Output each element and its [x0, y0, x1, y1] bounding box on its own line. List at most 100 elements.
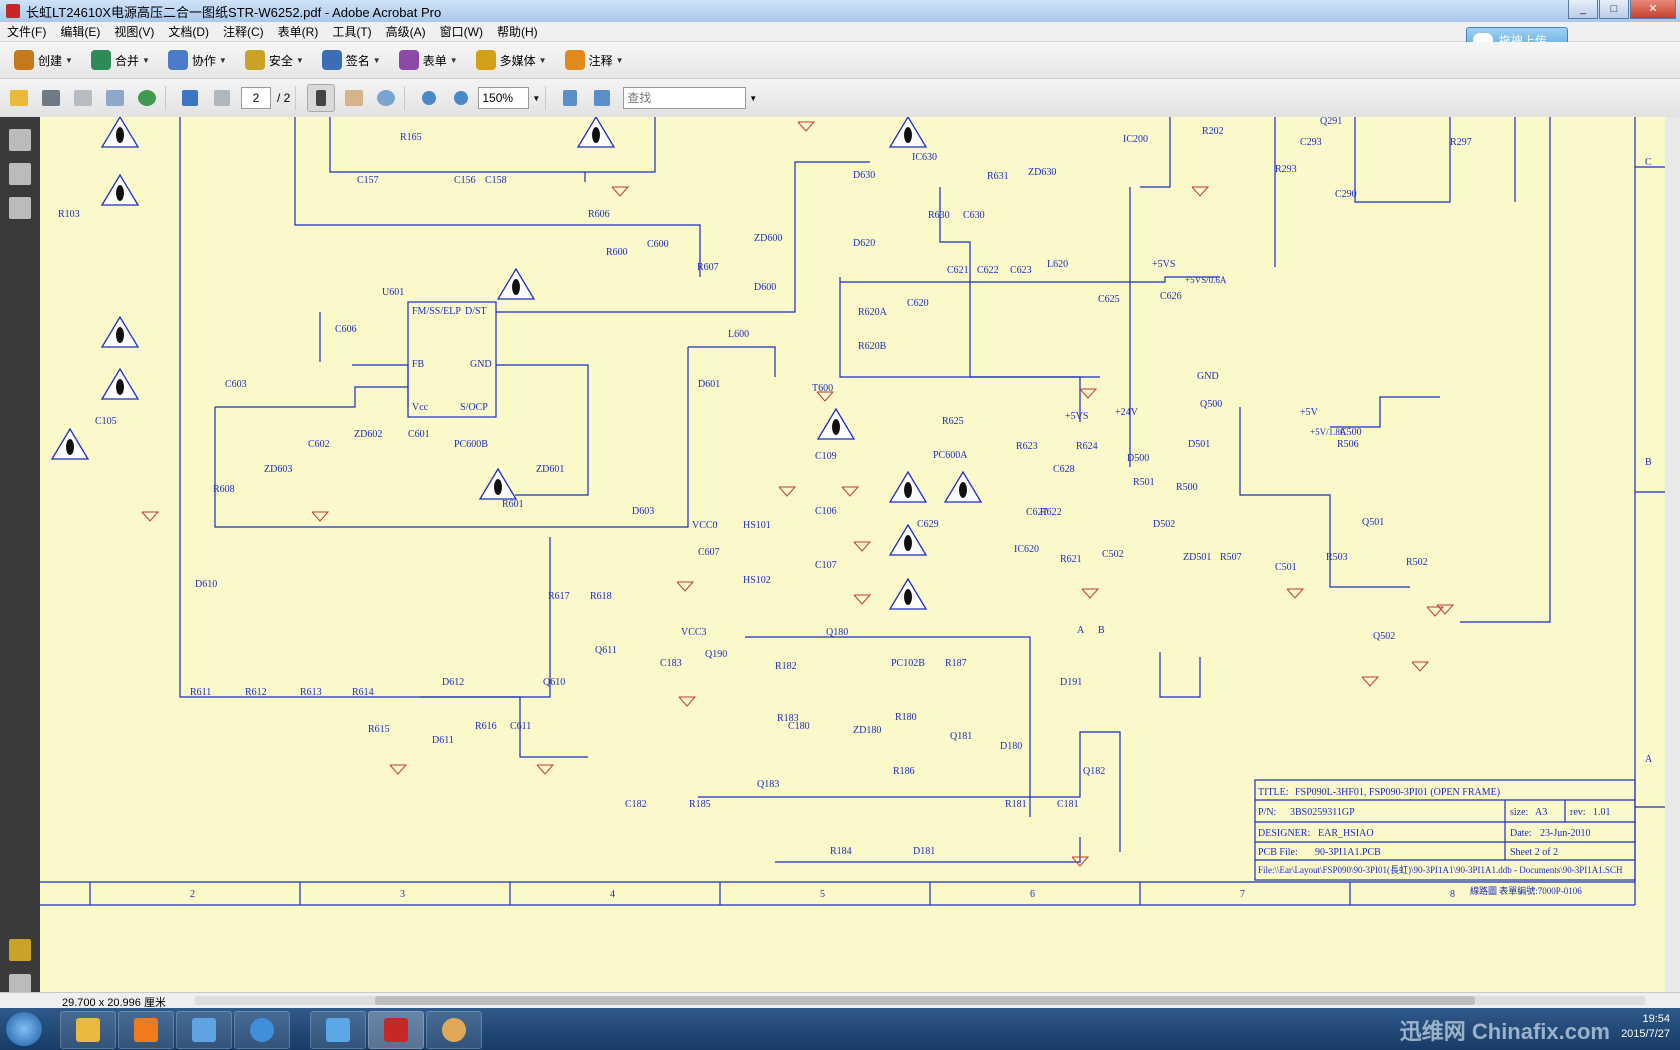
bookmarks-icon[interactable]	[9, 163, 31, 185]
combine-button[interactable]: 合并 ▼	[87, 46, 154, 74]
menu-forms[interactable]: 表单(R)	[271, 23, 326, 40]
component-label: C502	[1102, 549, 1124, 560]
page-number-input[interactable]: 2	[241, 87, 271, 109]
component-label: ZD603	[264, 464, 292, 475]
comments-icon[interactable]	[9, 939, 31, 961]
title-block-pcb-label: PCB File:	[1258, 847, 1298, 858]
zone-label: A	[1645, 754, 1653, 765]
component-label: R184	[830, 846, 852, 857]
previous-page-button[interactable]	[177, 85, 203, 111]
zoom-out-button[interactable]	[416, 85, 442, 111]
multimedia-button[interactable]: 多媒体 ▼	[472, 46, 551, 74]
zoom-level-select[interactable]: 150%	[478, 87, 530, 109]
taskbar-ie[interactable]	[234, 1011, 290, 1049]
taskbar-media[interactable]	[118, 1011, 174, 1049]
share-button[interactable]	[134, 85, 160, 111]
secure-button[interactable]: 安全 ▼	[241, 46, 308, 74]
window-controls: _ □ ✕	[1567, 0, 1676, 19]
scroll-thumb[interactable]	[375, 996, 1475, 1005]
maximize-button[interactable]: □	[1599, 0, 1629, 19]
ground-symbol	[1436, 604, 1455, 615]
component-label: IC200	[1123, 134, 1148, 145]
minus-circle-icon	[422, 91, 437, 105]
component-label: R507	[1220, 552, 1242, 563]
ground-symbol	[853, 541, 872, 552]
taskbar-paint[interactable]	[426, 1011, 482, 1049]
component-label: PC600B	[454, 439, 488, 450]
chevron-down-icon: ▼	[615, 55, 624, 65]
component-label: C625	[1098, 294, 1120, 305]
arrow-down-icon	[214, 90, 230, 106]
taskbar-cloud[interactable]	[310, 1011, 366, 1049]
menu-advanced[interactable]: 高级(A)	[379, 23, 433, 40]
component-label: ZD501	[1183, 552, 1211, 563]
chevron-down-icon[interactable]: ▼	[532, 94, 540, 103]
warning-mark	[66, 439, 74, 455]
find-input[interactable]: 查找	[623, 87, 747, 109]
component-label: R620B	[858, 341, 887, 352]
title-block-rev-label: rev:	[1570, 807, 1586, 818]
ground-symbol	[678, 696, 697, 707]
title-block-form: 線路圖 表單編號:7000P-0106	[1470, 885, 1582, 896]
component-label: D180	[1000, 741, 1022, 752]
signatures-icon[interactable]	[9, 197, 31, 219]
component-label: +5VS/0.6A	[1185, 275, 1227, 285]
hand-tool-button[interactable]	[341, 85, 367, 111]
comment-button[interactable]: 注释 ▼	[561, 46, 628, 74]
zoom-tool-button[interactable]	[373, 85, 399, 111]
menu-document[interactable]: 文档(D)	[161, 23, 216, 40]
menu-window[interactable]: 窗口(W)	[433, 23, 490, 40]
taskbar-explorer[interactable]	[60, 1011, 116, 1049]
menu-help[interactable]: 帮助(H)	[490, 23, 545, 40]
component-label: R600	[606, 247, 628, 258]
open-button[interactable]	[6, 85, 32, 111]
component-label: R622	[1040, 507, 1062, 518]
forms-button[interactable]: 表单 ▼	[395, 46, 462, 74]
component-label: D603	[632, 506, 654, 517]
next-page-button[interactable]	[209, 85, 235, 111]
start-button[interactable]	[6, 1012, 42, 1046]
title-block-title-label: TITLE:	[1258, 787, 1289, 798]
component-label: R630	[928, 210, 950, 221]
system-clock[interactable]: 19:54 2015/7/27	[1621, 1012, 1670, 1042]
scroll-mode-button[interactable]	[557, 85, 583, 111]
component-label: R631	[987, 171, 1009, 182]
taskbar-app[interactable]	[176, 1011, 232, 1049]
create-button[interactable]: 创建 ▼	[10, 46, 77, 74]
component-label: Q190	[705, 649, 727, 660]
ground-symbol	[778, 486, 797, 497]
minimize-button[interactable]: _	[1568, 0, 1598, 19]
component-label: R500	[1176, 482, 1198, 493]
horizontal-scrollbar[interactable]	[195, 996, 1645, 1005]
sign-button[interactable]: 签名 ▼	[318, 46, 385, 74]
fit-page-button[interactable]	[589, 85, 615, 111]
close-button[interactable]: ✕	[1630, 0, 1676, 19]
taskbar-acrobat[interactable]	[368, 1011, 424, 1049]
pages-icon[interactable]	[9, 129, 31, 151]
menu-bar: 文件(F) 编辑(E) 视图(V) 文档(D) 注释(C) 表单(R) 工具(T…	[0, 22, 1680, 42]
component-label: L620	[1047, 259, 1068, 270]
save-button[interactable]	[70, 85, 96, 111]
clock-date: 2015/7/27	[1621, 1028, 1670, 1040]
component-label: C623	[1010, 265, 1032, 276]
component-label: C181	[1057, 799, 1079, 810]
menu-comments[interactable]: 注释(C)	[216, 23, 271, 40]
menu-edit[interactable]: 编辑(E)	[53, 23, 107, 40]
component-label: HS102	[743, 575, 771, 586]
component-label: L600	[728, 329, 749, 340]
select-tool-button[interactable]	[307, 84, 336, 112]
collaborate-button[interactable]: 协作 ▼	[164, 46, 231, 74]
email-button[interactable]	[102, 85, 128, 111]
menu-view[interactable]: 视图(V)	[107, 23, 161, 40]
menu-tools[interactable]: 工具(T)	[325, 23, 378, 40]
plus-circle-icon	[454, 91, 469, 105]
component-label: R613	[300, 687, 322, 698]
vertical-scrollbar[interactable]	[1665, 117, 1680, 1007]
print-button[interactable]	[38, 85, 64, 111]
chevron-down-icon[interactable]: ▼	[749, 94, 757, 103]
ground-symbol	[853, 594, 872, 605]
zoom-in-button[interactable]	[448, 85, 474, 111]
component-label: D500	[1127, 453, 1149, 464]
menu-file[interactable]: 文件(F)	[0, 23, 53, 40]
component-label: C108	[950, 117, 972, 120]
